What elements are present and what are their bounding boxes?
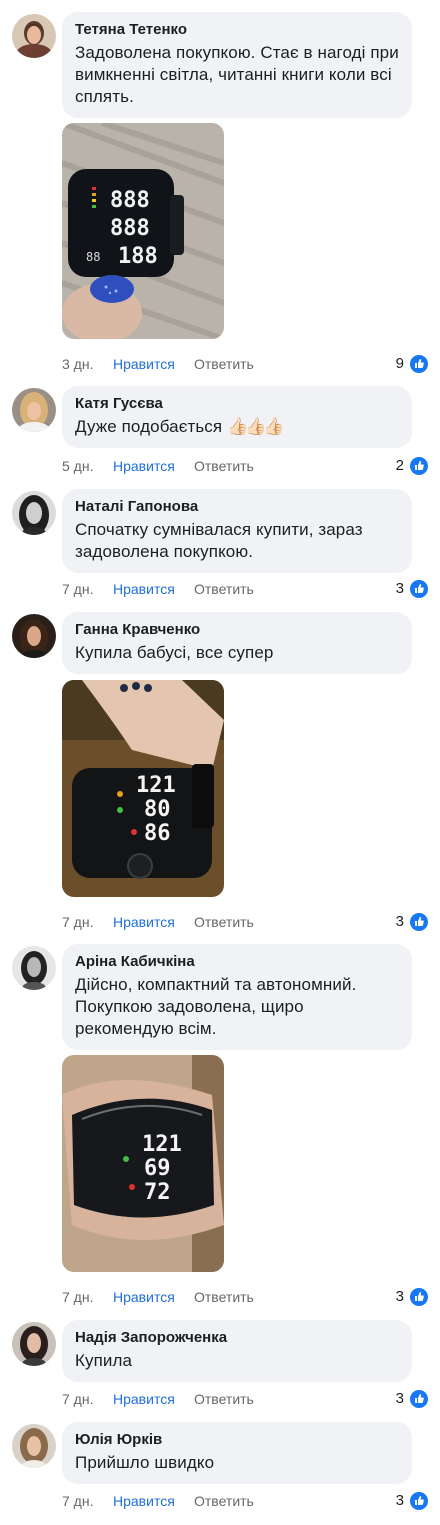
comment-time[interactable]: 5 дн. bbox=[62, 456, 93, 476]
comment-bubble: Ганна Кравченко Купила бабусі, все супер bbox=[62, 612, 412, 674]
svg-text:72: 72 bbox=[144, 1180, 171, 1205]
reaction-count[interactable]: 3 bbox=[396, 912, 404, 932]
reply-button[interactable]: Ответить bbox=[194, 1389, 254, 1409]
thumbs-up-icon[interactable] bbox=[410, 913, 428, 931]
comment-actions: 7 дн. Нравится Ответить 3 bbox=[62, 1287, 428, 1307]
thumbs-up-icon[interactable] bbox=[410, 355, 428, 373]
svg-text:888: 888 bbox=[110, 188, 150, 213]
svg-text:69: 69 bbox=[144, 1156, 171, 1181]
comment-actions: 7 дн. Нравится Ответить 3 bbox=[62, 579, 428, 599]
reaction-count[interactable]: 3 bbox=[396, 1491, 404, 1511]
comment-author[interactable]: Надія Запорожченка bbox=[75, 1329, 400, 1347]
comment-bubble: Наталі Гапонова Спочатку сумнівалася куп… bbox=[62, 489, 412, 573]
comment-author[interactable]: Тетяна Тетенко bbox=[75, 21, 400, 39]
comment-bubble: Аріна Кабичкіна Дійсно, компактний та ав… bbox=[62, 944, 412, 1050]
comment-photo[interactable]: 121 69 72 bbox=[62, 1055, 224, 1272]
comment-bubble: Катя Гусєва Дуже подобається 👍🏻👍🏻👍🏻 bbox=[62, 386, 412, 448]
comment-bubble: Надія Запорожченка Купила bbox=[62, 1320, 412, 1382]
comment-author[interactable]: Ганна Кравченко bbox=[75, 621, 400, 639]
thumbs-up-icon[interactable] bbox=[410, 1492, 428, 1510]
comment-bubble: Тетяна Тетенко Задоволена покупкою. Стає… bbox=[62, 12, 412, 118]
svg-text:80: 80 bbox=[144, 797, 171, 822]
comment-bubble: Юлія Юрків Прийшло швидко bbox=[62, 1422, 412, 1484]
avatar[interactable] bbox=[12, 1424, 56, 1468]
thumbs-up-emoji: 👍🏻👍🏻👍🏻 bbox=[227, 417, 284, 436]
comment-text: Дуже подобається 👍🏻👍🏻👍🏻 bbox=[75, 416, 400, 438]
comment-text-body: Дуже подобається bbox=[75, 417, 223, 436]
thumbs-up-icon[interactable] bbox=[410, 1288, 428, 1306]
reaction-count[interactable]: 3 bbox=[396, 1389, 404, 1409]
thumbs-up-icon[interactable] bbox=[410, 1390, 428, 1408]
like-button[interactable]: Нравится bbox=[113, 456, 175, 476]
comment-author[interactable]: Юлія Юрків bbox=[75, 1431, 400, 1449]
comment-actions: 7 дн. Нравится Ответить 3 bbox=[62, 1491, 428, 1511]
comment-author[interactable]: Наталі Гапонова bbox=[75, 498, 400, 516]
comment-time[interactable]: 7 дн. bbox=[62, 912, 93, 932]
svg-text:88: 88 bbox=[86, 250, 100, 264]
comment-actions: 5 дн. Нравится Ответить 2 bbox=[62, 456, 428, 476]
reply-button[interactable]: Ответить bbox=[194, 579, 254, 599]
reaction-count[interactable]: 3 bbox=[396, 579, 404, 599]
svg-text:121: 121 bbox=[136, 773, 176, 798]
reaction-count[interactable]: 2 bbox=[396, 456, 404, 476]
avatar[interactable] bbox=[12, 614, 56, 658]
like-button[interactable]: Нравится bbox=[113, 912, 175, 932]
avatar[interactable] bbox=[12, 388, 56, 432]
comment-author[interactable]: Катя Гусєва bbox=[75, 395, 400, 413]
thumbs-up-icon[interactable] bbox=[410, 580, 428, 598]
svg-text:888: 888 bbox=[110, 216, 150, 241]
avatar[interactable] bbox=[12, 14, 56, 58]
like-button[interactable]: Нравится bbox=[113, 354, 175, 374]
like-button[interactable]: Нравится bbox=[113, 1287, 175, 1307]
comment-actions: 3 дн. Нравится Ответить 9 bbox=[62, 354, 428, 374]
reaction-count[interactable]: 3 bbox=[396, 1287, 404, 1307]
thumbs-up-icon[interactable] bbox=[410, 457, 428, 475]
comment-text: Спочатку сумнівалася купити, зараз задов… bbox=[75, 520, 363, 561]
comment-photo[interactable]: 888 888 88 188 bbox=[62, 123, 224, 339]
avatar[interactable] bbox=[12, 1322, 56, 1366]
reply-button[interactable]: Ответить bbox=[194, 1491, 254, 1511]
svg-text:121: 121 bbox=[142, 1132, 182, 1157]
comment-photo[interactable]: 121 80 86 bbox=[62, 680, 224, 897]
comment-time[interactable]: 7 дн. bbox=[62, 579, 93, 599]
comment-time[interactable]: 3 дн. bbox=[62, 354, 93, 374]
comment-author[interactable]: Аріна Кабичкіна bbox=[75, 953, 400, 971]
reply-button[interactable]: Ответить bbox=[194, 1287, 254, 1307]
comment-text: Дійсно, компактний та автономний. Покупк… bbox=[75, 975, 357, 1038]
comment-time[interactable]: 7 дн. bbox=[62, 1287, 93, 1307]
reply-button[interactable]: Ответить bbox=[194, 456, 254, 476]
like-button[interactable]: Нравится bbox=[113, 1389, 175, 1409]
comment-time[interactable]: 7 дн. bbox=[62, 1389, 93, 1409]
like-button[interactable]: Нравится bbox=[113, 1491, 175, 1511]
comment-text: Задоволена покупкою. Стає в нагоді при в… bbox=[75, 43, 399, 106]
svg-text:188: 188 bbox=[118, 244, 158, 269]
comment-time[interactable]: 7 дн. bbox=[62, 1491, 93, 1511]
comment-actions: 7 дн. Нравится Ответить 3 bbox=[62, 1389, 428, 1409]
svg-text:86: 86 bbox=[144, 821, 171, 846]
comment-text: Прийшло швидко bbox=[75, 1453, 215, 1472]
like-button[interactable]: Нравится bbox=[113, 579, 175, 599]
comment-text: Купила бабусі, все супер bbox=[75, 643, 274, 662]
reply-button[interactable]: Ответить bbox=[194, 912, 254, 932]
reply-button[interactable]: Ответить bbox=[194, 354, 254, 374]
comment-text: Купила bbox=[75, 1351, 133, 1370]
avatar[interactable] bbox=[12, 946, 56, 990]
comment-actions: 7 дн. Нравится Ответить 3 bbox=[62, 912, 428, 932]
avatar[interactable] bbox=[12, 491, 56, 535]
reaction-count[interactable]: 9 bbox=[396, 354, 404, 374]
